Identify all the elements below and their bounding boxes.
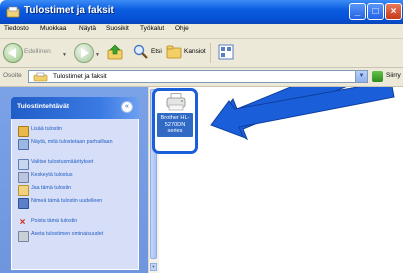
printer-tasks-panel: Tulostintehtävät « Lisää tulostin Näytä,… bbox=[11, 97, 139, 270]
title-bar: Tulostimet ja faksit _ □ × bbox=[0, 0, 403, 24]
back-dropdown-icon[interactable]: ▼ bbox=[62, 52, 67, 58]
properties-icon bbox=[18, 231, 29, 242]
task-label: Keskeytä tulostus bbox=[31, 172, 73, 178]
forward-button[interactable] bbox=[74, 43, 94, 63]
back-label: Edellinen bbox=[24, 48, 51, 55]
folders-label[interactable]: Kansiot bbox=[184, 48, 206, 55]
address-bar: Osoite Tulostimet ja faksit ▼ Siirry bbox=[0, 68, 403, 87]
toolbar: Edellinen ▼ ▼ Etsi Kansiot bbox=[0, 39, 403, 68]
pointer-arrow-icon bbox=[210, 87, 395, 141]
task-label: Poista tämä tulostin bbox=[31, 218, 78, 224]
share-icon bbox=[18, 185, 29, 196]
up-folder-icon[interactable] bbox=[107, 44, 123, 60]
delete-icon: × bbox=[19, 217, 26, 228]
task-label: Nimeä tämä tulostin uudelleen bbox=[31, 198, 103, 204]
menu-tools[interactable]: Työkalut bbox=[140, 25, 164, 32]
printer-tasks-title: Tulostintehtävät bbox=[17, 103, 69, 110]
task-label: Lisää tulostin bbox=[31, 126, 62, 132]
preferences-icon bbox=[18, 159, 29, 170]
printer-tasks-header[interactable]: Tulostintehtävät « bbox=[11, 97, 139, 119]
queue-icon bbox=[18, 139, 29, 150]
rename-icon bbox=[18, 198, 29, 209]
forward-dropdown-icon[interactable]: ▼ bbox=[95, 52, 100, 58]
collapse-chevron-icon[interactable]: « bbox=[121, 101, 133, 113]
task-label: Näytä, mitä tulostetaan parhaillaan bbox=[31, 139, 113, 145]
go-button[interactable]: Siirry bbox=[371, 70, 403, 83]
menu-file[interactable]: Tiedosto bbox=[4, 25, 29, 32]
explorer-window: Tulostimet ja faksit _ □ × Tiedosto Muok… bbox=[0, 0, 403, 273]
window-title: Tulostimet ja faksit bbox=[24, 5, 114, 16]
left-task-pane: Tulostintehtävät « Lisää tulostin Näytä,… bbox=[0, 87, 148, 273]
menu-view[interactable]: Näytä bbox=[79, 25, 96, 32]
go-label: Siirry bbox=[386, 72, 401, 79]
menu-edit[interactable]: Muokkaa bbox=[40, 25, 66, 32]
add-printer-icon bbox=[18, 126, 29, 137]
menu-help[interactable]: Ohje bbox=[175, 25, 189, 32]
menu-favorites[interactable]: Suosikit bbox=[106, 25, 129, 32]
task-label: Aseta tulostimen ominaisuudet bbox=[31, 231, 104, 237]
search-label[interactable]: Etsi bbox=[151, 48, 162, 55]
printer-tasks-list: Lisää tulostin Näytä, mitä tulostetaan p… bbox=[11, 119, 139, 270]
minimize-button[interactable]: _ bbox=[349, 3, 366, 20]
address-value: Tulostimet ja faksit bbox=[53, 73, 107, 80]
scroll-down-arrow-icon[interactable]: ▼ bbox=[150, 263, 157, 271]
back-button[interactable] bbox=[3, 43, 23, 63]
address-field[interactable]: Tulostimet ja faksit ▼ bbox=[28, 70, 368, 83]
pause-icon bbox=[18, 172, 29, 183]
task-label: Jaa tämä tulostin bbox=[31, 185, 72, 191]
address-label: Osoite bbox=[3, 72, 22, 79]
views-icon[interactable] bbox=[218, 44, 234, 60]
printers-folder-icon bbox=[6, 6, 20, 18]
printers-folder-icon bbox=[33, 72, 48, 82]
printers-content-area: Brother HL-5270DN series bbox=[152, 87, 403, 273]
maximize-button[interactable]: □ bbox=[367, 3, 384, 20]
close-button[interactable]: × bbox=[385, 3, 402, 20]
task-label: Valitse tulostusmääritykset bbox=[31, 159, 94, 165]
go-arrow-icon bbox=[372, 71, 383, 82]
back-arrow-icon bbox=[8, 48, 16, 58]
menu-bar: Tiedosto Muokkaa Näytä Suosikit Työkalut… bbox=[0, 24, 403, 39]
forward-arrow-icon bbox=[81, 48, 89, 58]
folders-icon[interactable] bbox=[166, 44, 182, 60]
search-icon[interactable] bbox=[133, 44, 149, 60]
toolbar-separator bbox=[210, 43, 211, 63]
address-dropdown-icon[interactable]: ▼ bbox=[355, 71, 367, 82]
